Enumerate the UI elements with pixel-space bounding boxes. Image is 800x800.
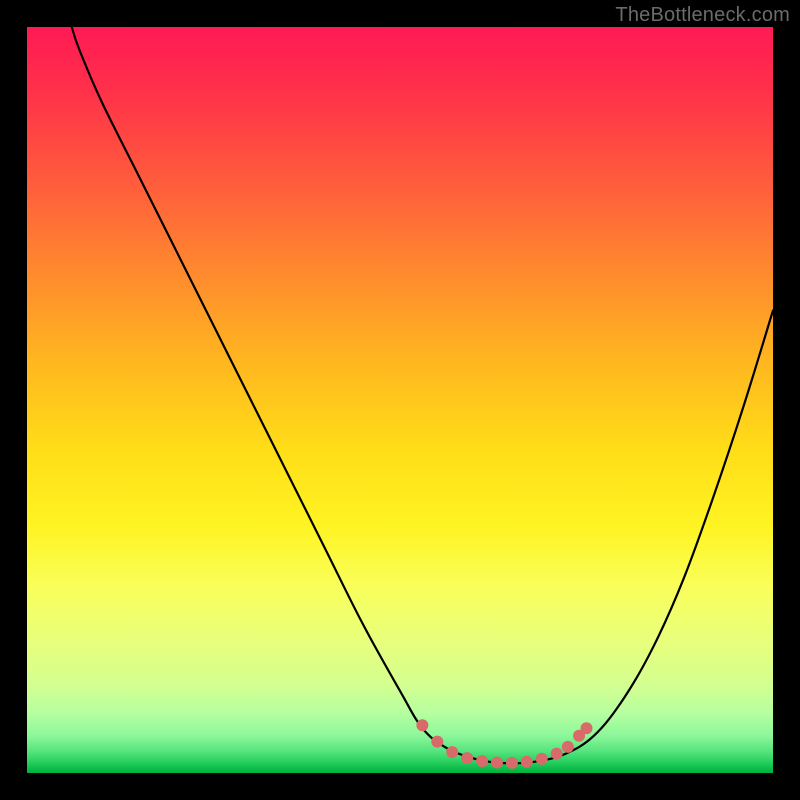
trough-mark — [506, 757, 518, 769]
trough-mark — [521, 756, 533, 768]
trough-mark — [476, 755, 488, 767]
bottleneck-curve — [72, 27, 773, 763]
trough-mark — [562, 741, 574, 753]
trough-mark — [581, 722, 593, 734]
trough-mark — [431, 736, 443, 748]
trough-mark — [461, 752, 473, 764]
trough-marks — [416, 719, 592, 769]
watermark-text: TheBottleneck.com — [615, 4, 790, 27]
trough-mark — [551, 748, 563, 760]
plot-area — [27, 27, 773, 773]
trough-mark — [416, 719, 428, 731]
chart-svg — [27, 27, 773, 773]
trough-mark — [446, 746, 458, 758]
curve-layer — [72, 27, 773, 763]
trough-mark — [491, 757, 503, 769]
chart-frame: TheBottleneck.com — [0, 0, 800, 800]
trough-mark — [536, 753, 548, 765]
